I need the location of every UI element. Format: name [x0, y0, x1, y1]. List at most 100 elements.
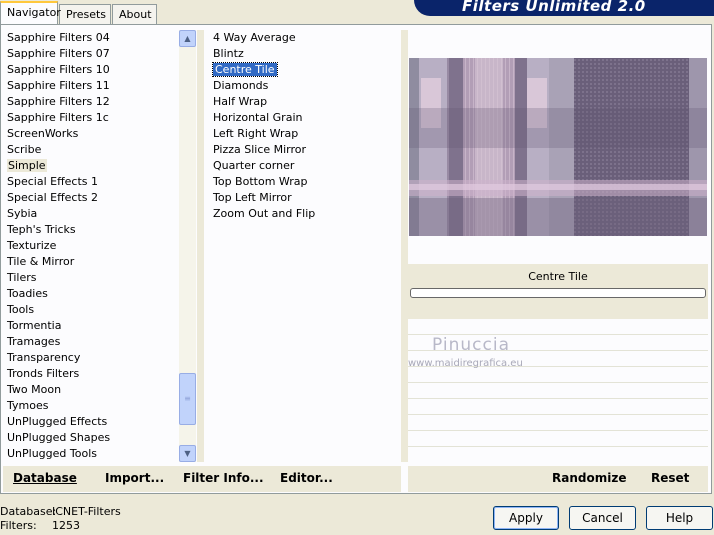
filters-count-label: Filters:: [0, 519, 37, 532]
category-item[interactable]: Special Effects 1: [3, 174, 179, 190]
category-item[interactable]: UnPlugged Effects: [3, 414, 179, 430]
import-button[interactable]: Import...: [105, 471, 164, 485]
progress-bar: [410, 288, 706, 298]
database-button[interactable]: Database: [13, 471, 77, 485]
filter-item[interactable]: Half Wrap: [211, 94, 401, 110]
category-item-label: Teph's Tricks: [7, 223, 76, 236]
category-item[interactable]: Sapphire Filters 1c: [3, 110, 179, 126]
navigator-panel: Sapphire Filters 04 Sapphire Filters 07 Sa…: [0, 24, 712, 494]
splitter[interactable]: [401, 30, 408, 462]
chevron-up-icon: ▲: [184, 34, 191, 43]
category-item[interactable]: Sapphire Filters 04: [3, 30, 179, 46]
tab-about[interactable]: About: [112, 4, 157, 24]
filter-item-label: Pizza Slice Mirror: [213, 143, 307, 156]
category-item-label: Special Effects 2: [7, 191, 99, 204]
category-item[interactable]: Sapphire Filters 11: [3, 78, 179, 94]
filter-item[interactable]: 4 Way Average: [211, 30, 401, 46]
scrollbar-thumb[interactable]: ≡: [179, 373, 196, 425]
category-item-label: UnPlugged Shapes: [7, 431, 111, 444]
category-item-label: Sapphire Filters 04: [7, 31, 110, 44]
category-item[interactable]: Scribe: [3, 142, 179, 158]
category-item[interactable]: Sapphire Filters 12: [3, 94, 179, 110]
preview-area: Centre Tile Pinuccia www.maidiregrafica.…: [408, 30, 708, 463]
category-item[interactable]: Transparency: [3, 350, 179, 366]
filter-item[interactable]: Left Right Wrap: [211, 126, 401, 142]
filter-item[interactable]: Pizza Slice Mirror: [211, 142, 401, 158]
status-info: Database: ICNET-Filters Filters: 1253: [0, 505, 180, 533]
category-item-label: Texturize: [7, 239, 57, 252]
category-item-label: Two Moon: [7, 383, 62, 396]
category-list[interactable]: Sapphire Filters 04 Sapphire Filters 07 Sa…: [3, 30, 179, 463]
parameter-area: [408, 319, 708, 463]
category-item[interactable]: Tronds Filters: [3, 366, 179, 382]
reset-button[interactable]: Reset: [651, 471, 689, 485]
category-item-label: UnPlugged Effects: [7, 415, 108, 428]
category-item[interactable]: Special Effects 2: [3, 190, 179, 206]
category-item[interactable]: Tormentia: [3, 318, 179, 334]
cancel-button[interactable]: Cancel: [569, 506, 636, 530]
filter-item[interactable]: Quarter corner: [211, 158, 401, 174]
category-item[interactable]: Tramages: [3, 334, 179, 350]
filter-info-button[interactable]: Filter Info...: [183, 471, 264, 485]
filter-item-label: 4 Way Average: [213, 31, 296, 44]
category-item-label: ScreenWorks: [7, 127, 79, 140]
filter-item-label: Blintz: [213, 47, 244, 60]
category-item-label: Sapphire Filters 10: [7, 63, 110, 76]
filter-item-label: Zoom Out and Flip: [213, 207, 316, 220]
category-item[interactable]: Tymoes: [3, 398, 179, 414]
bottom-toolbar: Database Import... Filter Info... Editor…: [3, 466, 709, 492]
filter-item[interactable]: Horizontal Grain: [211, 110, 401, 126]
filter-name-bar: Centre Tile: [408, 264, 708, 319]
category-item[interactable]: Simple: [3, 158, 179, 174]
category-item[interactable]: Teph's Tricks: [3, 222, 179, 238]
category-item[interactable]: UnPlugged Tools: [3, 446, 179, 462]
tab-strip: Navigator Presets About: [0, 0, 420, 24]
toolbar-right: Randomize Reset: [408, 466, 708, 492]
filter-item[interactable]: Top Bottom Wrap: [211, 174, 401, 190]
category-item-label: Tile & Mirror: [7, 255, 75, 268]
category-item-label: Tormentia: [7, 319, 62, 332]
category-item[interactable]: Two Moon: [3, 382, 179, 398]
category-item[interactable]: Tile & Mirror: [3, 254, 179, 270]
grip-icon: ≡: [184, 394, 191, 403]
filter-list[interactable]: 4 Way Average Blintz Centre Tile Diamonds Ha…: [211, 30, 401, 463]
category-item[interactable]: Sapphire Filters 10: [3, 62, 179, 78]
category-item[interactable]: Texturize: [3, 238, 179, 254]
filter-item-label: Horizontal Grain: [213, 111, 303, 124]
category-item[interactable]: Sybia: [3, 206, 179, 222]
category-item-label: Sapphire Filters 12: [7, 95, 110, 108]
category-item[interactable]: Toadies: [3, 286, 179, 302]
apply-button[interactable]: Apply: [493, 506, 559, 530]
filter-item[interactable]: Blintz: [211, 46, 401, 62]
help-button[interactable]: Help: [646, 506, 713, 530]
category-item-label: Tilers: [7, 271, 37, 284]
filter-item-label: Left Right Wrap: [213, 127, 299, 140]
preview-tile-pattern: [409, 58, 707, 236]
category-scrollbar[interactable]: ▲ ≡ ▼: [179, 30, 196, 462]
category-item-label: Sapphire Filters 1c: [7, 111, 109, 124]
filter-item[interactable]: Diamonds: [211, 78, 401, 94]
category-item[interactable]: Tools: [3, 302, 179, 318]
category-item-label: Tronds Filters: [7, 367, 80, 380]
category-item-label: Sapphire Filters 11: [7, 79, 110, 92]
editor-button[interactable]: Editor...: [280, 471, 333, 485]
toolbar-left: Database Import... Filter Info... Editor…: [3, 466, 401, 492]
filter-item[interactable]: Zoom Out and Flip: [211, 206, 401, 222]
filters-count-value: 1253: [52, 519, 80, 532]
filter-item-label: Top Bottom Wrap: [213, 175, 308, 188]
tab-presets[interactable]: Presets: [59, 4, 111, 24]
category-item-label: Sybia: [7, 207, 38, 220]
category-item[interactable]: ScreenWorks: [3, 126, 179, 142]
filter-item[interactable]: Top Left Mirror: [211, 190, 401, 206]
category-item[interactable]: Tilers: [3, 270, 179, 286]
filter-item[interactable]: Centre Tile: [211, 62, 401, 78]
scroll-up-button[interactable]: ▲: [179, 30, 196, 47]
category-item-label: Scribe: [7, 143, 42, 156]
randomize-button[interactable]: Randomize: [552, 471, 626, 485]
category-item-label: UnPlugged Tools: [7, 447, 97, 460]
category-item[interactable]: UnPlugged Shapes: [3, 430, 179, 446]
scroll-down-button[interactable]: ▼: [179, 445, 196, 462]
tab-navigator[interactable]: Navigator: [0, 1, 61, 24]
splitter[interactable]: [197, 30, 204, 462]
category-item[interactable]: Sapphire Filters 07: [3, 46, 179, 62]
